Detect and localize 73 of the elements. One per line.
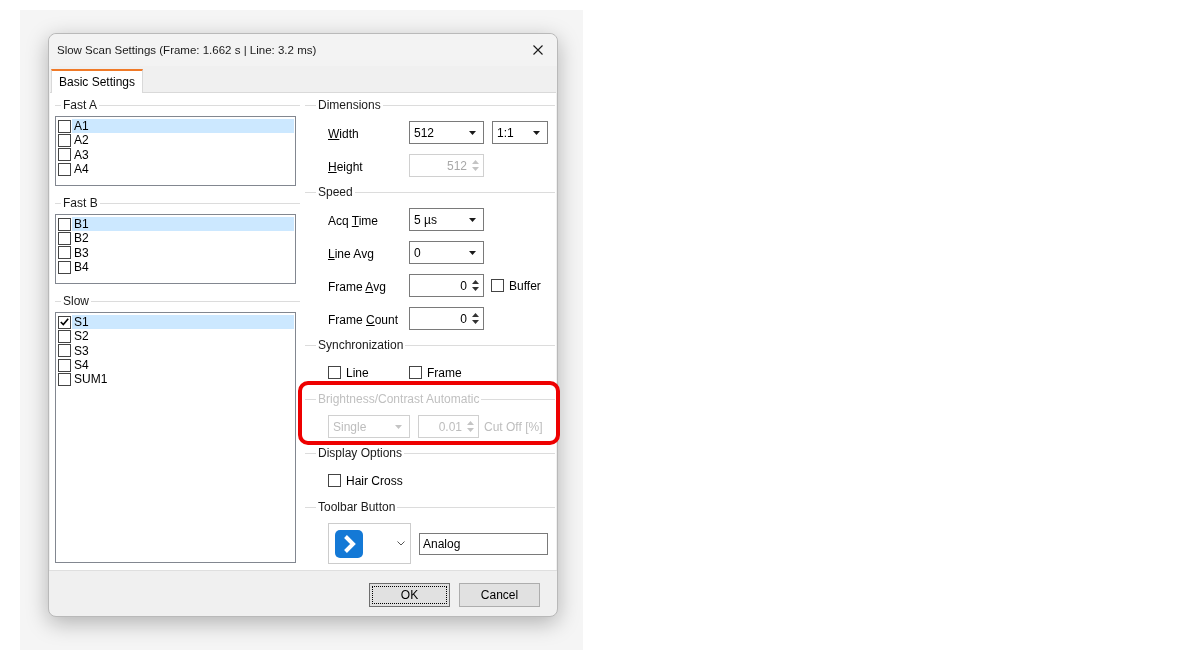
dropdown-arrow-icon [469,250,476,255]
checkbox[interactable] [58,330,71,343]
channel-item[interactable]: B1 [72,217,294,232]
checkbox[interactable] [58,344,71,358]
channel-item[interactable]: A3 [72,147,294,162]
channel-item[interactable]: B4 [72,260,294,275]
group-title: Brightness/Contrast Automatic [317,392,481,406]
unit-label: Cut Off [%] [484,419,543,434]
checkbox[interactable] [58,372,71,386]
field-label: Frame Count [328,312,400,327]
channel-item[interactable]: A4 [72,162,294,177]
dropdown[interactable]: 1:1 [492,121,548,144]
checkbox[interactable] [58,232,71,245]
channel-item[interactable]: SUM1 [72,372,294,387]
channel-item[interactable]: B3 [72,245,294,260]
dialog-button[interactable]: OK [369,583,450,607]
spin-arrows-icon[interactable] [472,280,479,291]
chevron-tile-icon [335,529,363,558]
group-title: Toolbar Button [317,500,397,514]
channel-item[interactable]: S3 [72,343,294,358]
channel-item[interactable]: A2 [72,133,294,148]
group-title: Synchronization [317,338,405,352]
checkmark-icon [60,318,69,327]
checkbox[interactable] [409,366,422,379]
channel-item[interactable]: S1 [72,315,294,330]
checkbox-label[interactable]: Frame [427,365,462,380]
checkbox[interactable] [58,246,71,260]
group-title: Speed [317,185,354,199]
field-label: Height [328,159,364,174]
tab[interactable]: Basic Settings [51,69,144,93]
dropdown[interactable]: 512 [409,121,484,144]
spin-box[interactable]: 0 [409,307,484,330]
checkbox[interactable] [328,474,341,487]
channel-item[interactable]: A1 [72,119,294,134]
group-title: Dimensions [317,98,382,112]
window-title: Slow Scan Settings (Frame: 1.662 s | Line: 3.2 ms) [57,44,317,56]
checkbox[interactable] [58,358,71,372]
checkbox[interactable] [58,148,71,162]
text-field[interactable]: Analog [419,532,548,555]
dropdown[interactable]: 5 µs [409,208,484,231]
spin-box[interactable]: 0 [409,274,484,297]
icon-picker[interactable] [328,523,411,564]
field-label: Frame Avg [328,279,387,294]
field-label: Width [328,126,360,141]
group-title: Slow [62,294,90,308]
checkbox[interactable] [328,366,341,379]
close-icon[interactable] [533,45,543,55]
checkbox[interactable] [58,134,71,147]
field-label: Acq Time [328,213,380,228]
checkbox-label[interactable]: Hair Cross [346,473,403,488]
group-title: Display Options [317,446,404,460]
checkbox[interactable] [58,162,71,176]
dropdown-arrow-icon [469,130,476,135]
dropdown-arrow-icon [469,217,476,222]
checkbox[interactable] [58,315,71,329]
checkbox[interactable] [58,260,71,274]
channel-item[interactable]: S4 [72,358,294,373]
dialog-button[interactable]: Cancel [459,583,540,607]
group-title: Fast B [62,196,99,210]
checkbox[interactable] [58,217,71,231]
dropdown-arrow-icon [533,130,540,135]
chevron-down-icon [397,541,405,546]
checkbox[interactable] [491,279,504,292]
checkbox-label[interactable]: Line [346,365,369,380]
spin-arrows-icon[interactable] [472,313,479,324]
dropdown-arrow-icon [395,424,402,429]
group-title: Fast A [62,98,98,112]
channel-item[interactable]: S2 [72,329,294,344]
checkbox-label[interactable]: Buffer [509,278,541,293]
dropdown[interactable]: 0 [409,241,484,264]
channel-item[interactable]: B2 [72,231,294,246]
checkbox[interactable] [58,119,71,133]
field-label: Line Avg [328,246,375,261]
